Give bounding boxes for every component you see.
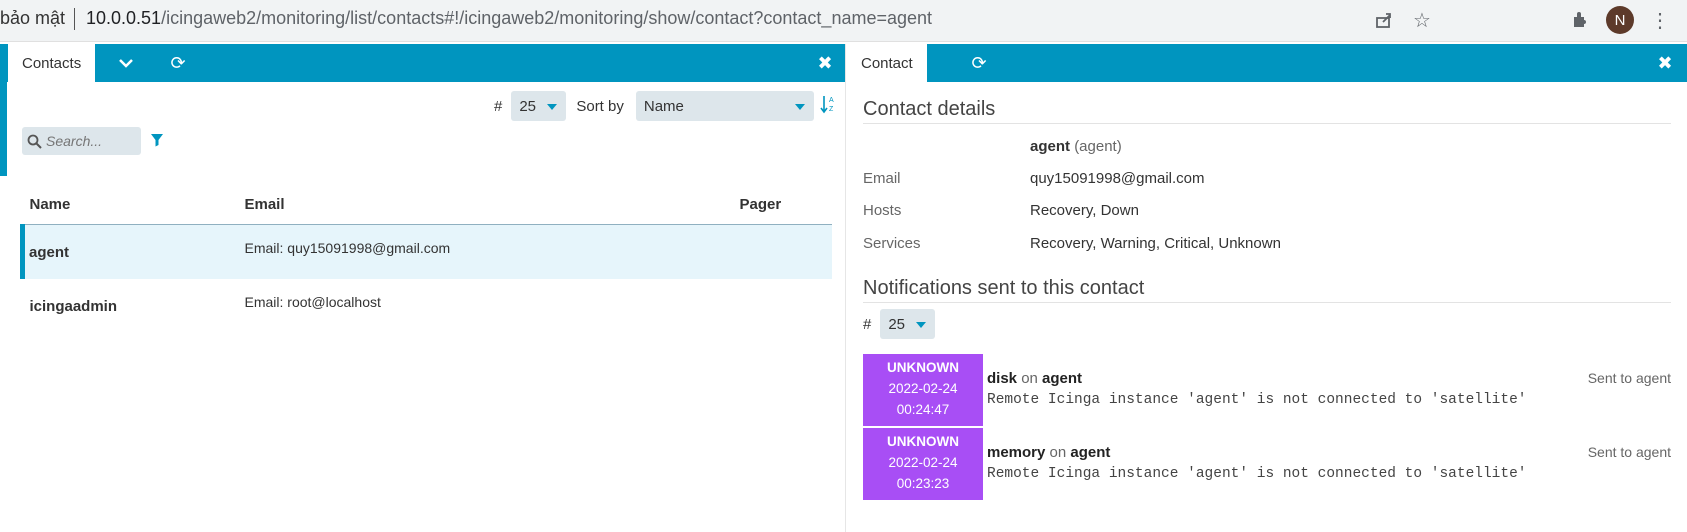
contact-email: Email: root@localhost — [244, 293, 381, 310]
contact-alias: (agent) — [1074, 138, 1122, 155]
chevron-down-icon[interactable] — [106, 44, 146, 82]
contacts-table: Name Email Pager agent Email: quy1509199… — [20, 184, 832, 333]
browser-address-bar: bảo mật 10.0.0.51/icingaweb2/monitoring/… — [0, 0, 1687, 42]
close-icon[interactable]: ✖ — [805, 44, 845, 82]
contact-details-title: Contact details — [863, 98, 996, 120]
notification-item[interactable]: UNKNOWN 2022-02-24 00:23:23 memory on ag… — [863, 428, 1671, 500]
notification-item[interactable]: UNKNOWN 2022-02-24 00:24:47 disk on agen… — [863, 354, 1671, 426]
column-header-email[interactable]: Email — [237, 184, 733, 225]
field-value-hosts: Recovery, Down — [1030, 202, 1139, 219]
caret-down-icon — [794, 104, 805, 110]
state-label: UNKNOWN — [887, 360, 959, 375]
host-link[interactable]: agent — [1042, 370, 1082, 387]
divider — [863, 123, 1671, 124]
table-header-row: Name Email Pager — [22, 184, 832, 225]
filter-icon[interactable] — [150, 133, 164, 152]
browser-menu-icon[interactable]: ⋮ — [1646, 6, 1674, 34]
active-edge-indicator — [0, 82, 7, 176]
column-header-pager[interactable]: Pager — [732, 184, 832, 225]
service-link[interactable]: disk — [987, 370, 1017, 387]
address-separator — [74, 8, 75, 30]
contact-pager — [732, 224, 832, 279]
plugin-output: Remote Icinga instance 'agent' is not co… — [987, 392, 1527, 408]
notification-date: 2022-02-24 — [888, 455, 958, 470]
search-box[interactable] — [22, 127, 141, 155]
state-badge: UNKNOWN 2022-02-24 00:23:23 — [863, 428, 983, 500]
tab-contact[interactable]: Contact — [847, 44, 927, 82]
field-value-email: quy15091998@gmail.com — [1030, 170, 1205, 187]
limit-value: 25 — [888, 315, 906, 333]
state-label: UNKNOWN — [887, 434, 959, 449]
tab-contacts[interactable]: Contacts — [8, 44, 96, 82]
url-field[interactable]: 10.0.0.51/icingaweb2/monitoring/list/con… — [86, 8, 932, 29]
extensions-icon[interactable] — [1566, 6, 1594, 34]
bookmark-star-icon[interactable]: ☆ — [1408, 6, 1436, 34]
notification-subject: disk on agent — [987, 370, 1082, 387]
sort-direction-icon[interactable]: AZ — [820, 94, 836, 119]
search-icon — [27, 134, 42, 149]
field-label-hosts: Hosts — [863, 202, 902, 219]
table-row[interactable]: agent Email: quy15091998@gmail.com — [20, 224, 832, 279]
contact-name-heading: agent — [1030, 138, 1071, 155]
share-icon[interactable] — [1370, 6, 1398, 34]
list-controls: # 25 Sort by Name AZ — [494, 91, 836, 121]
contact-email-cell: Email: root@localhost — [238, 279, 733, 333]
url-host: 10.0.0.51 — [86, 8, 162, 28]
security-indicator[interactable]: bảo mật — [0, 8, 65, 29]
sort-value: Name — [643, 97, 684, 115]
contact-detail-pane: Contact ⟳ ✖ Contact details agent (agent… — [847, 44, 1687, 532]
contact-name[interactable]: icingaadmin — [23, 279, 238, 333]
refresh-icon[interactable]: ⟳ — [158, 44, 198, 82]
service-link[interactable]: memory — [987, 444, 1045, 461]
contact-heading: agent (agent) — [1030, 138, 1122, 155]
sent-to: Sent to agent — [1587, 370, 1671, 386]
limit-select[interactable]: 25 — [880, 309, 936, 339]
caret-down-icon — [916, 322, 927, 328]
profile-avatar[interactable]: N — [1606, 6, 1634, 34]
field-value-services: Recovery, Warning, Critical, Unknown — [1030, 235, 1281, 252]
notifications-controls: # 25 — [863, 309, 936, 339]
field-label-services: Services — [863, 235, 921, 252]
refresh-icon[interactable]: ⟳ — [959, 44, 999, 82]
limit-select[interactable]: 25 — [511, 91, 567, 121]
sent-to: Sent to agent — [1587, 444, 1671, 460]
plugin-output: Remote Icinga instance 'agent' is not co… — [987, 466, 1527, 482]
contacts-pane: Contacts ⟳ ✖ # 25 Sort by Name AZ Name — [0, 44, 846, 532]
close-icon[interactable]: ✖ — [1645, 44, 1685, 82]
notification-time: 00:23:23 — [896, 476, 950, 491]
on-text: on — [1021, 370, 1038, 387]
sort-label: Sort by — [576, 97, 624, 115]
contact-email: Email: quy15091998@gmail.com — [244, 239, 451, 256]
caret-down-icon — [547, 104, 558, 110]
contact-email-cell: Email: quy15091998@gmail.com — [237, 224, 733, 279]
limit-value: 25 — [519, 97, 537, 115]
field-label-email: Email — [863, 170, 901, 187]
svg-text:A: A — [829, 97, 834, 104]
limit-label: # — [863, 315, 872, 333]
notification-subject: memory on agent — [987, 444, 1110, 461]
contact-pager — [733, 279, 833, 333]
sort-select[interactable]: Name — [635, 91, 814, 121]
notifications-title: Notifications sent to this contact — [863, 277, 1145, 299]
notification-date: 2022-02-24 — [888, 381, 958, 396]
svg-text:Z: Z — [829, 106, 834, 113]
limit-label: # — [494, 97, 503, 115]
notification-time: 00:24:47 — [896, 402, 950, 417]
contacts-tabbar: Contacts ⟳ ✖ — [0, 44, 845, 82]
search-input[interactable] — [46, 133, 136, 149]
state-badge: UNKNOWN 2022-02-24 00:24:47 — [863, 354, 983, 426]
contact-tabbar: Contact ⟳ ✖ — [847, 44, 1687, 82]
contact-name[interactable]: agent — [20, 224, 238, 279]
column-header-name[interactable]: Name — [22, 184, 238, 225]
on-text: on — [1049, 444, 1067, 461]
divider — [863, 302, 1671, 303]
host-link[interactable]: agent — [1070, 444, 1110, 461]
url-path: /icingaweb2/monitoring/list/contacts#!/i… — [161, 8, 933, 28]
table-row[interactable]: icingaadmin Email: root@localhost — [23, 279, 833, 333]
